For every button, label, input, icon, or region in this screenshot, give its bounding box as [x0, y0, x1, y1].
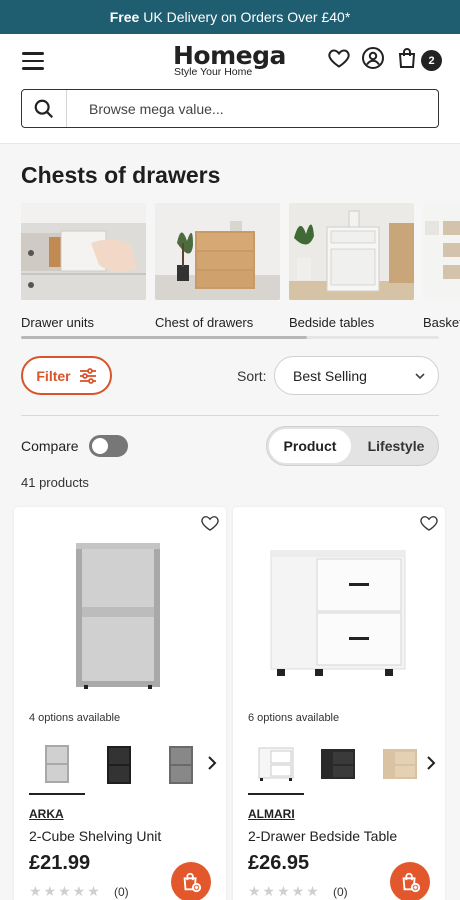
view-switch: Product Lifestyle: [266, 426, 439, 466]
add-to-bag-button[interactable]: [171, 862, 211, 900]
variant-swatch-black[interactable]: [310, 735, 366, 795]
category-scrollbar[interactable]: [21, 336, 439, 339]
product-card[interactable]: 6 options available ALMARI 2-Drawer Beds…: [233, 507, 445, 900]
category-label: Bedside tables: [289, 315, 375, 330]
category-drawer-units[interactable]: Drawer units: [21, 203, 146, 330]
page-title: Chests of drawers: [21, 162, 221, 188]
product-price: £26.95: [248, 852, 310, 874]
star-rating: ★★★★★: [248, 883, 321, 899]
menu-icon[interactable]: [22, 52, 44, 70]
search-button[interactable]: [22, 90, 67, 127]
promo-text: UK Delivery on Orders Over £40*: [143, 9, 351, 25]
toolbar-divider: [21, 415, 439, 416]
chevron-down-icon: [415, 373, 425, 380]
category-label: Drawer units: [21, 315, 94, 330]
sort-label: Sort:: [237, 368, 267, 384]
product-image[interactable]: [263, 537, 413, 697]
chevron-right-icon[interactable]: [205, 753, 219, 773]
options-available: 6 options available: [248, 712, 340, 724]
variant-swatches: [29, 735, 219, 797]
filter-sliders-icon: [79, 367, 96, 384]
variant-swatch-oak[interactable]: [372, 735, 428, 795]
search-input[interactable]: [67, 100, 438, 117]
variant-swatch-black[interactable]: [91, 735, 147, 795]
account-icon[interactable]: [361, 46, 385, 70]
options-available: 4 options available: [29, 712, 121, 724]
add-to-bag-icon: [402, 872, 421, 893]
site-header: Homega Style Your Home 2: [0, 34, 460, 144]
variant-swatches: [248, 735, 438, 797]
chevron-right-icon[interactable]: [424, 753, 438, 773]
filter-button[interactable]: Filter: [21, 356, 112, 395]
category-chest-of-drawers[interactable]: Chest of drawers: [155, 203, 280, 330]
site-logo[interactable]: Homega Style Your Home: [173, 42, 291, 79]
category-baskets[interactable]: Baskets: [423, 203, 460, 330]
filter-label: Filter: [36, 367, 71, 384]
star-rating: ★★★★★: [29, 883, 102, 899]
logo-tagline: Style Your Home: [174, 66, 253, 78]
wishlist-heart-icon[interactable]: [419, 513, 439, 533]
product-image[interactable]: [44, 537, 194, 697]
product-name[interactable]: 2-Cube Shelving Unit: [29, 828, 161, 844]
view-product-button[interactable]: Product: [269, 429, 351, 463]
cart-count-badge: 2: [421, 50, 442, 71]
review-count[interactable]: (0): [114, 885, 129, 899]
product-brand[interactable]: ALMARI: [248, 807, 295, 821]
compare-toggle[interactable]: [89, 435, 128, 457]
product-price: £21.99: [29, 852, 91, 874]
variant-swatch-darkgrey[interactable]: [153, 735, 209, 795]
category-label: Chest of drawers: [155, 315, 254, 330]
add-to-bag-button[interactable]: [390, 862, 430, 900]
sort-value: Best Selling: [293, 367, 367, 384]
variant-swatch-white[interactable]: [248, 735, 304, 795]
product-name[interactable]: 2-Drawer Bedside Table: [248, 828, 397, 844]
search-bar: [21, 89, 439, 128]
category-carousel: Drawer units Chest of drawers Bedside ta…: [21, 203, 460, 333]
promo-bar: Free UK Delivery on Orders Over £40*: [0, 0, 460, 34]
chest-of-drawers-image: [155, 203, 280, 300]
view-lifestyle-button[interactable]: Lifestyle: [355, 429, 437, 463]
sort-dropdown[interactable]: Best Selling: [274, 356, 439, 395]
add-to-bag-icon: [183, 872, 202, 893]
category-label: Baskets: [423, 315, 460, 330]
product-card[interactable]: 4 options available ARKA 2-Cube Shelving…: [14, 507, 226, 900]
bedside-tables-image: [289, 203, 414, 300]
bag-icon[interactable]: [395, 46, 419, 70]
review-count[interactable]: (0): [333, 885, 348, 899]
search-icon: [34, 99, 54, 118]
drawer-units-image: [21, 203, 146, 300]
heart-icon[interactable]: [327, 46, 351, 70]
toggle-knob: [92, 438, 108, 454]
product-brand[interactable]: ARKA: [29, 807, 64, 821]
category-scrollbar-thumb[interactable]: [21, 336, 307, 339]
baskets-image: [423, 203, 460, 300]
compare-label: Compare: [21, 438, 79, 454]
variant-swatch-grey[interactable]: [29, 735, 85, 795]
product-count: 41 products: [21, 475, 89, 490]
promo-bold: Free: [109, 9, 140, 25]
wishlist-heart-icon[interactable]: [200, 513, 220, 533]
category-bedside-tables[interactable]: Bedside tables: [289, 203, 414, 330]
